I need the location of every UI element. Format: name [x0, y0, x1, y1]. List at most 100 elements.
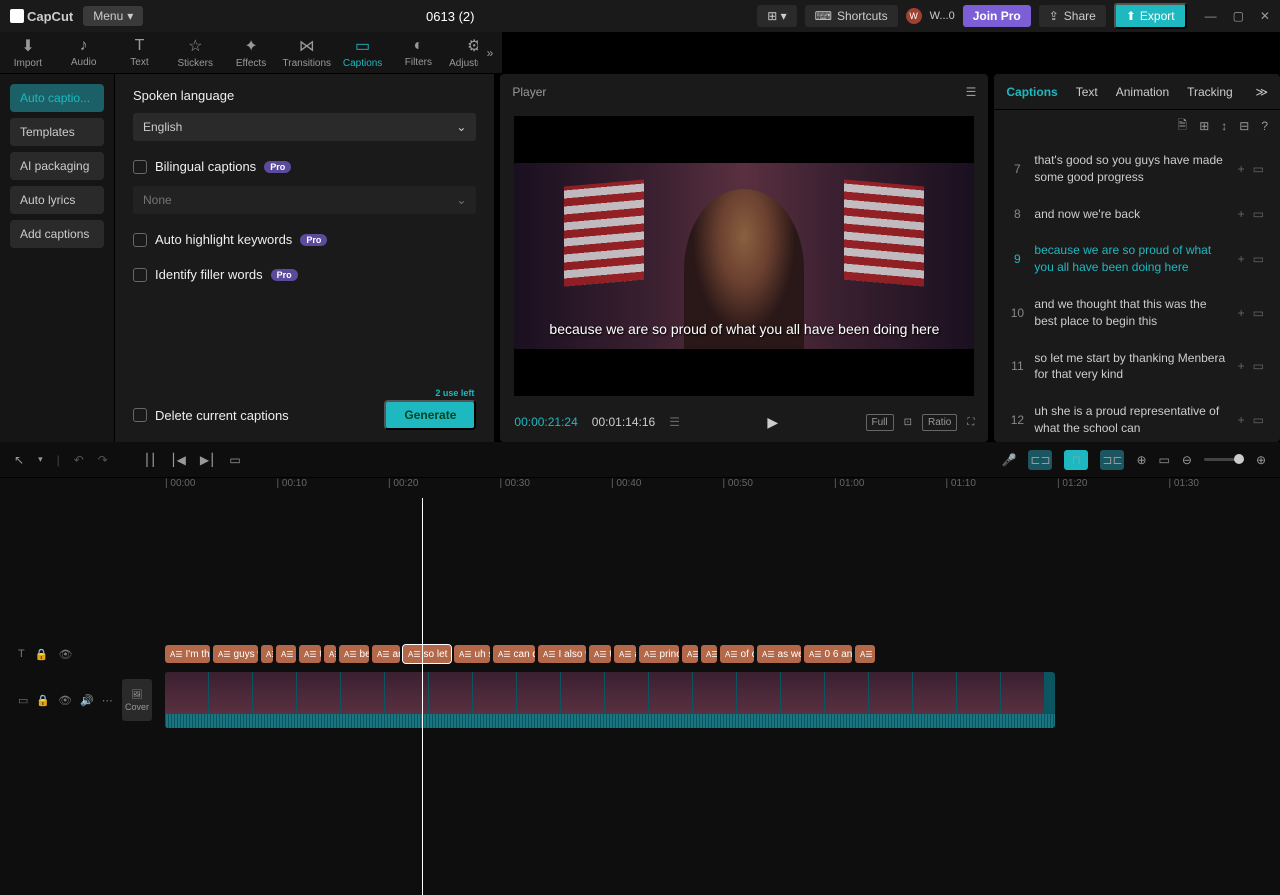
- caption-row[interactable]: 12uh she is a proud representative of wh…: [1006, 393, 1268, 442]
- more-tabs-icon[interactable]: ≫: [1255, 85, 1268, 99]
- list-icon[interactable]: ☰: [669, 415, 680, 429]
- tool-tab-text[interactable]: TText: [112, 32, 168, 73]
- caption-row[interactable]: 8and now we're back+▭: [1006, 196, 1268, 233]
- video-clip[interactable]: 202406131136.mp4 00:01:14:16: [165, 672, 1055, 728]
- tool-tab-stickers[interactable]: ☆Stickers: [167, 32, 223, 73]
- add-icon[interactable]: +: [1238, 252, 1245, 266]
- add-icon[interactable]: +: [1238, 359, 1245, 373]
- shortcuts-button[interactable]: ⌨ Shortcuts: [805, 5, 898, 27]
- play-button[interactable]: ▶: [767, 414, 778, 431]
- caption-clip[interactable]: A☰I also w: [538, 645, 586, 663]
- add-icon[interactable]: +: [1238, 162, 1245, 176]
- delete-icon[interactable]: ▭: [1253, 252, 1264, 266]
- zoom-slider[interactable]: [1204, 458, 1244, 461]
- add-icon[interactable]: +: [1238, 306, 1245, 320]
- sub-tab[interactable]: Auto lyrics: [10, 186, 104, 214]
- join-pro-button[interactable]: Join Pro: [963, 5, 1031, 27]
- preview-icon[interactable]: ▭: [1159, 453, 1170, 467]
- delete-icon[interactable]: ▭: [229, 453, 240, 467]
- tool-tab-import[interactable]: ⬇Import: [0, 32, 56, 73]
- caption-clip[interactable]: A☰: [261, 645, 273, 663]
- add-icon[interactable]: +: [1238, 207, 1245, 221]
- maximize-icon[interactable]: ▢: [1233, 9, 1244, 23]
- caption-clip[interactable]: A☰: [701, 645, 717, 663]
- tool-tab-audio[interactable]: ♪Audio: [56, 32, 112, 73]
- caption-clip[interactable]: A☰: [324, 645, 336, 663]
- caption-clip[interactable]: A☰an: [614, 645, 636, 663]
- bilingual-select[interactable]: None⌄: [133, 186, 476, 214]
- highlight-checkbox[interactable]: [133, 233, 147, 247]
- player-menu-icon[interactable]: ☰: [966, 85, 977, 99]
- caption-clip[interactable]: A☰guys w: [213, 645, 258, 663]
- full-button[interactable]: Full: [866, 414, 894, 431]
- visibility-icon[interactable]: 👁: [58, 648, 72, 661]
- layout-toggle[interactable]: ⊞ ▾: [757, 5, 796, 27]
- cursor-tool[interactable]: ↖: [14, 453, 24, 467]
- lock-icon[interactable]: 🔒: [36, 694, 50, 707]
- zoom-out-icon[interactable]: ⊖: [1182, 453, 1192, 467]
- magnet-icon[interactable]: ⊕: [1136, 453, 1146, 467]
- tool-tab-captions[interactable]: ▭Captions: [335, 32, 391, 73]
- snap-2-icon[interactable]: ⊓: [1064, 450, 1088, 470]
- split-icon[interactable]: ⎮⎮: [144, 453, 157, 467]
- caption-row[interactable]: 11so let me start by thanking Menbera fo…: [1006, 340, 1268, 394]
- inspector-tab[interactable]: Tracking: [1187, 85, 1233, 99]
- delete-icon[interactable]: ▭: [1253, 413, 1264, 427]
- snap-3-icon[interactable]: ⊐⊏: [1100, 450, 1124, 470]
- share-button[interactable]: ⇪ Share: [1039, 5, 1106, 27]
- sort-icon[interactable]: ↕: [1221, 119, 1227, 133]
- fullscreen-icon[interactable]: ⛶: [967, 417, 974, 428]
- ratio-button[interactable]: Ratio: [922, 414, 957, 431]
- export-button[interactable]: ⬆ Export: [1114, 3, 1187, 29]
- delete-icon[interactable]: ▭: [1253, 306, 1264, 320]
- caption-clip[interactable]: A☰: [682, 645, 698, 663]
- caption-clip[interactable]: A☰so let n: [403, 645, 451, 663]
- style-icon[interactable]: ⊞: [1199, 119, 1209, 133]
- crop-icon[interactable]: ⊡: [904, 417, 912, 428]
- sub-tab[interactable]: AI packaging: [10, 152, 104, 180]
- caption-row[interactable]: 9because we are so proud of what you all…: [1006, 232, 1268, 286]
- translate-icon[interactable]: 🗎: [1178, 116, 1188, 137]
- delete-captions-checkbox[interactable]: [133, 408, 147, 422]
- sub-tab[interactable]: Templates: [10, 118, 104, 146]
- caption-clip[interactable]: A☰princi: [639, 645, 679, 663]
- trim-right-icon[interactable]: ▶⎮: [200, 453, 215, 467]
- caption-clip[interactable]: A☰tha: [299, 645, 321, 663]
- mute-icon[interactable]: 🔊: [80, 694, 94, 707]
- tool-tab-filters[interactable]: ◐Filters: [390, 32, 446, 73]
- undo-icon[interactable]: ↶: [74, 453, 84, 467]
- add-icon[interactable]: +: [1238, 413, 1245, 427]
- timeline-tracks[interactable]: T 🔒 👁 A☰I'm thrA☰guys wA☰A☰shA☰thaA☰A☰be…: [0, 498, 1280, 895]
- user-avatar[interactable]: W: [906, 8, 922, 24]
- close-icon[interactable]: ✕: [1260, 9, 1270, 23]
- bilingual-checkbox[interactable]: [133, 160, 147, 174]
- caption-clip[interactable]: A☰as well: [757, 645, 801, 663]
- playhead[interactable]: [422, 498, 423, 895]
- redo-icon[interactable]: ↷: [98, 453, 108, 467]
- time-ruler[interactable]: | 00:00| 00:10| 00:20| 00:30| 00:40| 00:…: [0, 478, 1280, 498]
- trim-left-icon[interactable]: ⎮◀: [170, 453, 185, 467]
- tool-tab-effects[interactable]: ✦Effects: [223, 32, 279, 73]
- spoken-language-select[interactable]: English⌄: [133, 113, 476, 141]
- mic-icon[interactable]: 🎤: [1002, 453, 1017, 467]
- caption-row[interactable]: 10and we thought that this was the best …: [1006, 286, 1268, 340]
- minimize-icon[interactable]: —: [1205, 9, 1217, 23]
- generate-button[interactable]: 2 use leftGenerate: [384, 400, 476, 430]
- delete-icon[interactable]: ▭: [1253, 207, 1264, 221]
- video-viewport[interactable]: because we are so proud of what you all …: [514, 116, 974, 396]
- more-icon[interactable]: ⋯: [102, 694, 113, 707]
- menu-button[interactable]: Menu ▾: [83, 6, 143, 26]
- filler-checkbox[interactable]: [133, 268, 147, 282]
- more-tabs-icon[interactable]: »: [478, 32, 502, 74]
- zoom-in-icon[interactable]: ⊕: [1256, 453, 1266, 467]
- caption-clip[interactable]: A☰and: [372, 645, 400, 663]
- caption-clip[interactable]: A☰sh: [276, 645, 296, 663]
- caption-clip[interactable]: A☰le: [855, 645, 875, 663]
- visibility-icon[interactable]: 👁: [58, 694, 72, 707]
- help-icon[interactable]: ?: [1261, 119, 1268, 133]
- caption-clip[interactable]: A☰I'm thr: [165, 645, 210, 663]
- snap-1-icon[interactable]: ⊏⊐: [1028, 450, 1052, 470]
- sub-tab[interactable]: Auto captio...: [10, 84, 104, 112]
- cover-button[interactable]: 🖼Cover: [122, 679, 152, 721]
- sub-tab[interactable]: Add captions: [10, 220, 104, 248]
